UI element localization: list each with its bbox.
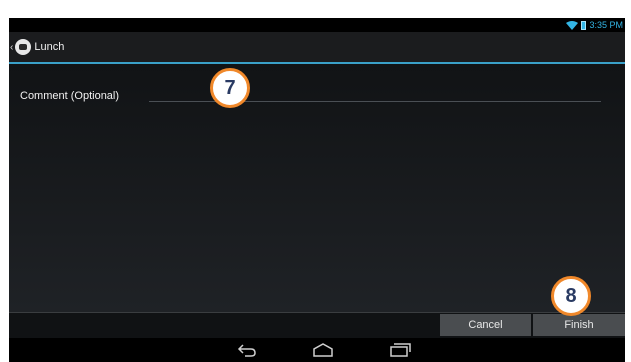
wifi-icon: [566, 20, 579, 30]
status-bar: 3:35 PM: [9, 18, 625, 32]
finish-button[interactable]: Finish: [533, 314, 625, 336]
form-area: Comment (Optional): [9, 64, 625, 312]
battery-icon: [581, 20, 587, 30]
back-nav-icon[interactable]: [237, 343, 257, 357]
back-caret-icon[interactable]: ‹: [10, 42, 13, 53]
callout-badge-8: 8: [551, 276, 591, 316]
page-title: Lunch: [34, 41, 65, 53]
recent-apps-nav-icon[interactable]: [389, 343, 411, 357]
button-bar-divider: [9, 312, 625, 313]
tablet-screen: 3:35 PM ‹ Lunch Comment (Optional) Cance…: [9, 18, 625, 362]
navigation-bar: [9, 338, 625, 362]
comment-label: Comment (Optional): [20, 90, 120, 102]
home-nav-icon[interactable]: [312, 343, 334, 357]
cancel-button[interactable]: Cancel: [440, 314, 531, 336]
status-icons: 3:35 PM: [566, 19, 623, 31]
callout-badge-7: 7: [210, 68, 250, 108]
app-logo-icon[interactable]: [15, 39, 32, 55]
action-bar: ‹ Lunch: [9, 32, 625, 64]
status-time: 3:35 PM: [589, 20, 623, 30]
